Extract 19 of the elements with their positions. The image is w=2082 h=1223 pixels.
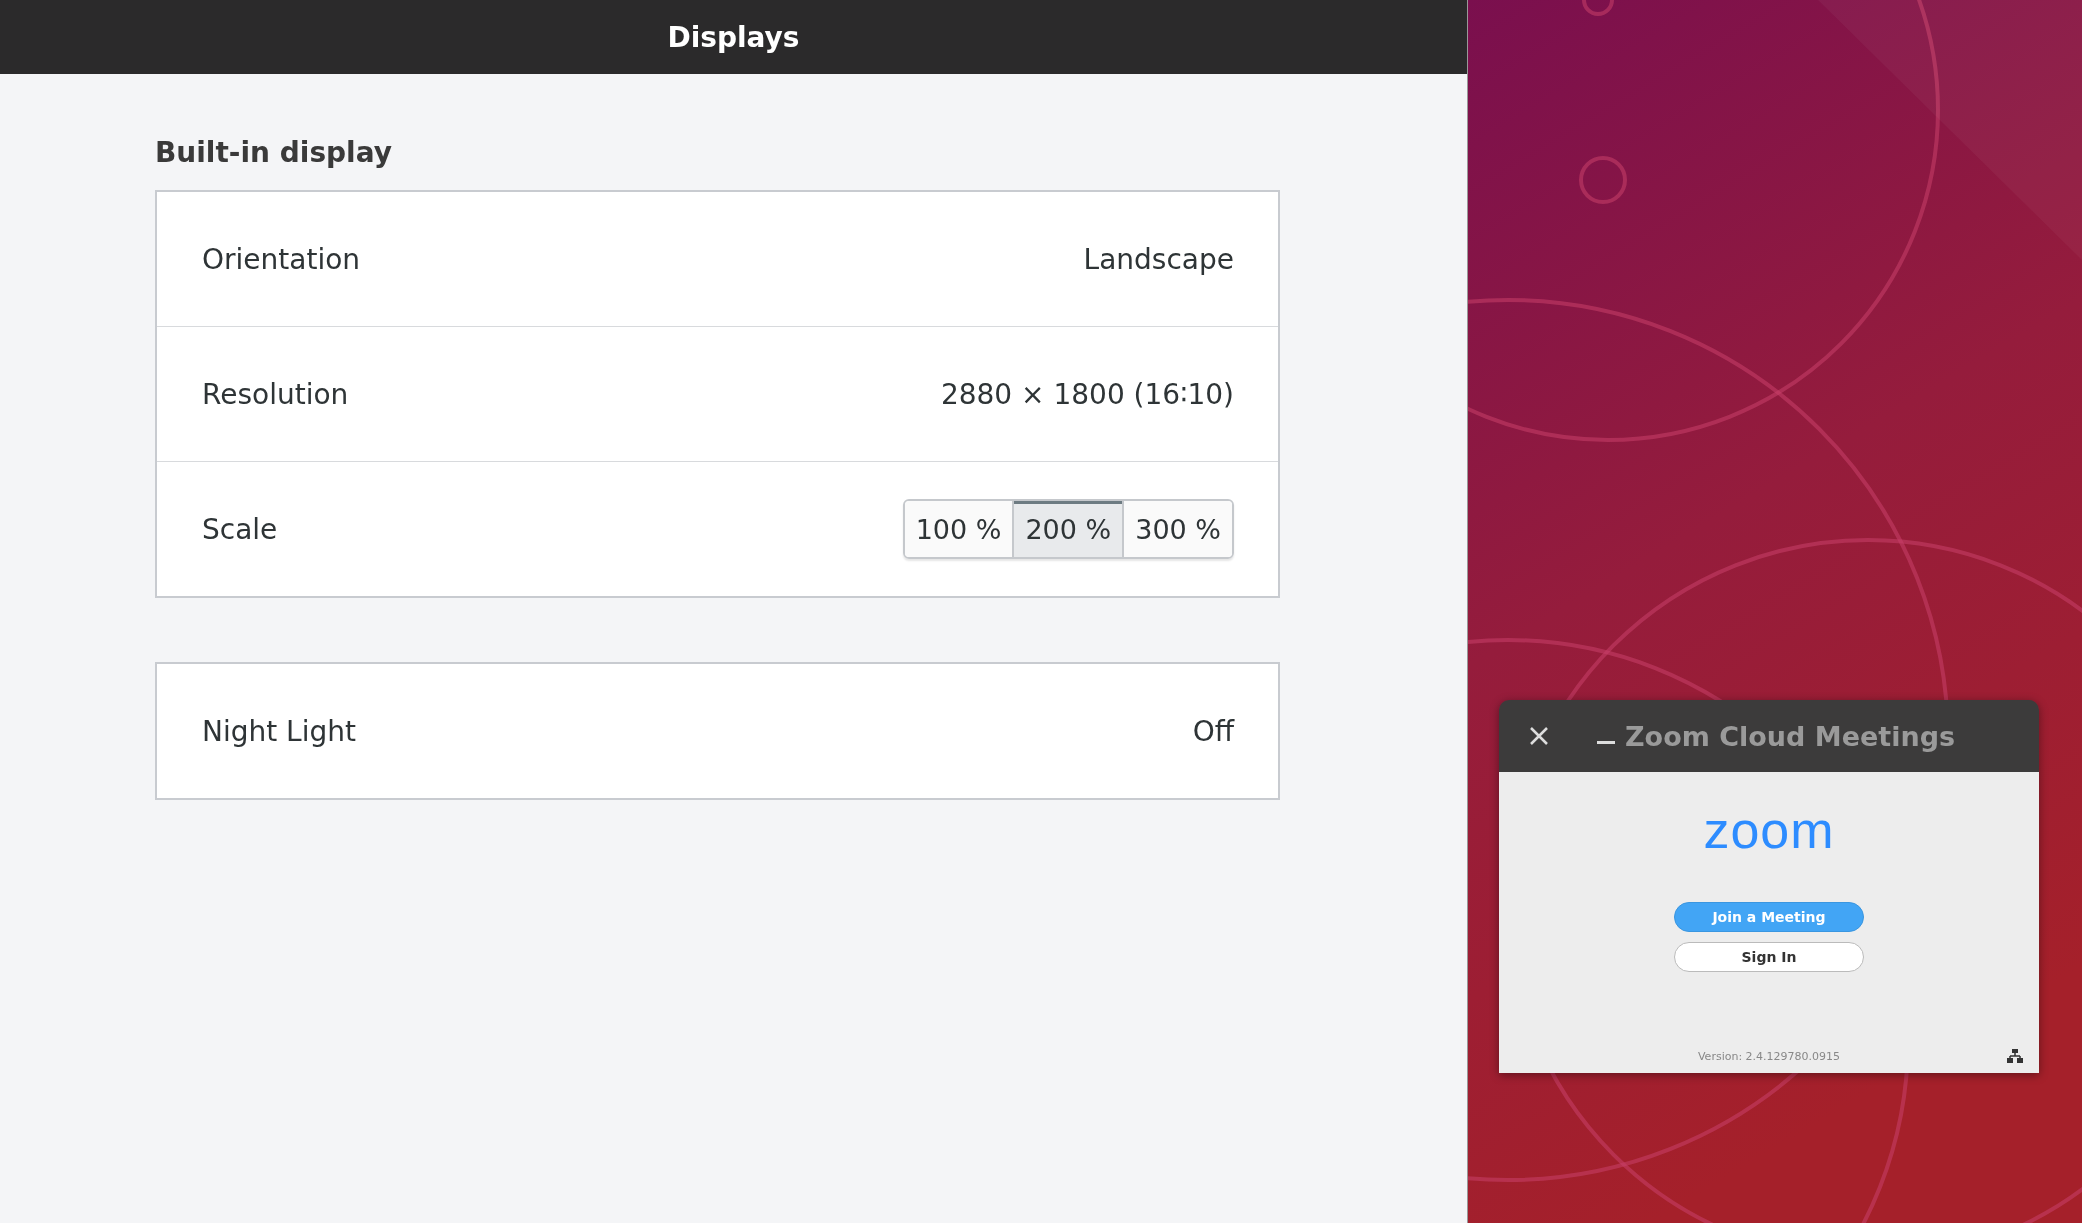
window-title: Zoom Cloud Meetings bbox=[1625, 720, 1956, 752]
setting-label: Night Light bbox=[202, 714, 356, 748]
scale-option[interactable]: 200 % bbox=[1012, 501, 1123, 557]
setting-value: Off bbox=[1192, 714, 1234, 748]
minimize-icon[interactable] bbox=[1597, 741, 1615, 745]
logo: zoom bbox=[1703, 800, 1835, 860]
scale-option[interactable]: 100 % bbox=[904, 501, 1013, 557]
section-title: Built-in display bbox=[155, 136, 393, 169]
setting-label: Scale bbox=[202, 512, 278, 546]
close-icon[interactable] bbox=[1529, 726, 1549, 746]
setting-label: Orientation bbox=[202, 242, 361, 276]
version-text: Version: 2.4.129780.0915 bbox=[1697, 1050, 1841, 1063]
window-title: Displays bbox=[667, 20, 800, 54]
setting-label: Resolution bbox=[202, 377, 349, 411]
setting-value: Landscape bbox=[1083, 242, 1234, 276]
setting-value: 2880 × 1800 (16∶10) bbox=[940, 377, 1234, 411]
network-icon[interactable] bbox=[2007, 1049, 2023, 1063]
scale-option[interactable]: 300 % bbox=[1122, 501, 1232, 557]
sign-in-button[interactable]: Sign In bbox=[1674, 942, 1864, 972]
